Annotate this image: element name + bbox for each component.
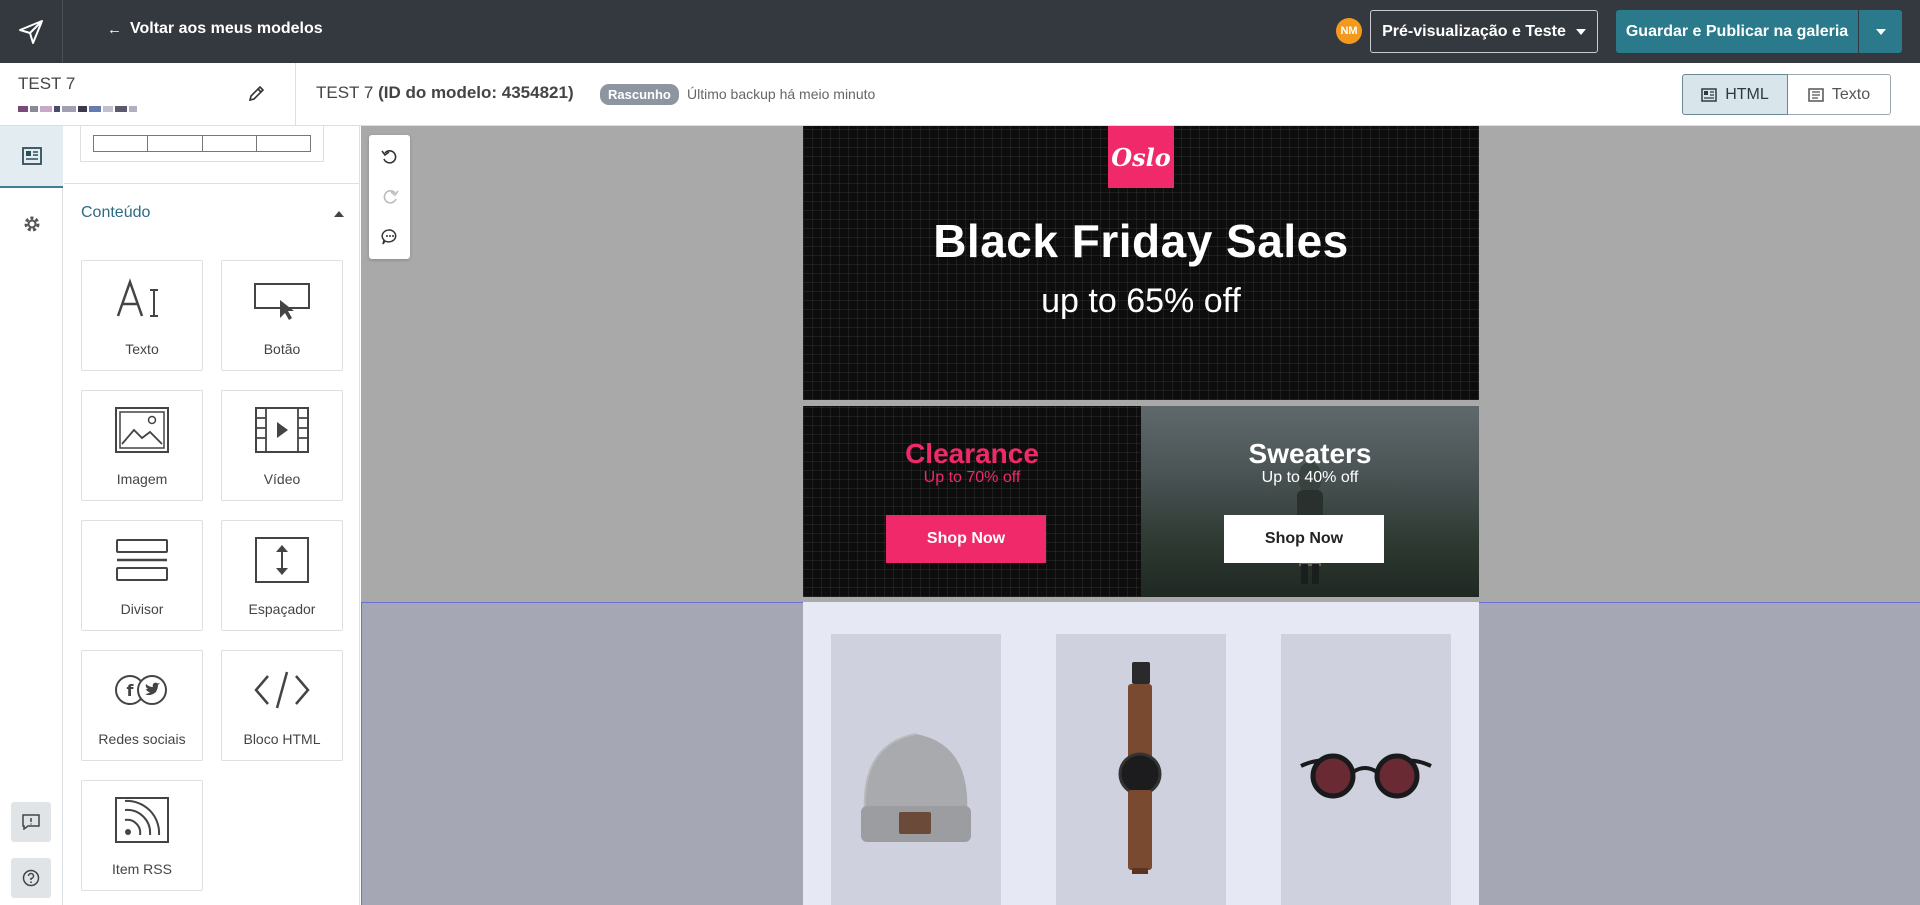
sunglasses-image bbox=[1300, 753, 1432, 799]
left-icon-rail bbox=[0, 126, 63, 905]
template-id: (ID do modelo: 4354821) bbox=[378, 83, 574, 102]
block-label: Imagem bbox=[116, 471, 168, 487]
chevron-up-icon[interactable] bbox=[334, 211, 344, 217]
video-icon bbox=[222, 404, 342, 456]
feedback-icon bbox=[22, 814, 40, 830]
rss-block-tile[interactable]: Item RSS bbox=[81, 780, 203, 891]
hero-subtitle[interactable]: up to 65% off bbox=[803, 282, 1479, 321]
back-to-templates-link[interactable]: ← Voltar aos meus modelos bbox=[107, 20, 323, 38]
product-card-beanie[interactable] bbox=[831, 634, 1001, 905]
status-badge: Rascunho bbox=[600, 84, 679, 105]
save-and-publish-button[interactable]: Guardar e Publicar na galeria bbox=[1616, 10, 1858, 53]
template-title-name: TEST 7 bbox=[316, 83, 374, 102]
block-label: Bloco HTML bbox=[243, 731, 321, 747]
content-blocks-icon bbox=[21, 147, 42, 165]
spacer-icon bbox=[222, 534, 342, 586]
arrow-left-icon: ← bbox=[107, 20, 122, 38]
block-label: Vídeo bbox=[263, 471, 301, 487]
button-block-tile[interactable]: Botão bbox=[221, 260, 343, 371]
help-icon bbox=[22, 869, 40, 887]
product-card-sunglasses[interactable] bbox=[1281, 634, 1451, 905]
promo-title: Clearance bbox=[905, 438, 1039, 469]
html-toggle-label: HTML bbox=[1725, 85, 1769, 103]
top-bar: ← Voltar aos meus modelos NM Pré-visuali… bbox=[0, 0, 1920, 63]
button-icon bbox=[222, 274, 342, 326]
text-block-tile[interactable]: Texto bbox=[81, 260, 203, 371]
text-view-toggle[interactable]: Texto bbox=[1788, 74, 1891, 115]
text-toggle-label: Texto bbox=[1831, 85, 1871, 103]
hero-section[interactable]: Oslo Black Friday Sales up to 65% off bbox=[803, 126, 1479, 400]
pencil-edit-icon[interactable] bbox=[248, 84, 266, 107]
back-link-label: Voltar aos meus modelos bbox=[130, 20, 323, 37]
beanie-image bbox=[861, 733, 971, 842]
comment-icon[interactable] bbox=[369, 217, 410, 257]
video-block-tile[interactable]: Vídeo bbox=[221, 390, 343, 501]
shop-now-button[interactable]: Shop Now bbox=[1224, 515, 1384, 563]
template-title: TEST 7 (ID do modelo: 4354821) bbox=[316, 83, 574, 103]
divider-block-tile[interactable]: Divisor bbox=[81, 520, 203, 631]
template-info-bar: TEST 7 TEST 7 (ID do modelo: 4354821) Ra… bbox=[0, 63, 1920, 126]
preview-and-test-button[interactable]: Pré-visualização e Teste bbox=[1370, 10, 1598, 53]
preview-button-label: Pré-visualização e Teste bbox=[1382, 22, 1566, 40]
feedback-button[interactable] bbox=[11, 802, 51, 842]
brand-logo[interactable]: Oslo bbox=[1108, 126, 1174, 188]
template-color-swatches bbox=[18, 106, 137, 112]
avatar[interactable]: NM bbox=[1336, 18, 1362, 44]
rss-icon bbox=[82, 794, 202, 846]
content-blocks-panel: Conteúdo Texto Botão Imagem Vídeo Diviso… bbox=[64, 126, 360, 905]
watch-image bbox=[1118, 662, 1162, 874]
chevron-down-icon bbox=[1875, 28, 1886, 35]
block-label: Botão bbox=[263, 341, 301, 357]
html-layout-icon bbox=[1701, 87, 1717, 102]
content-tab[interactable] bbox=[0, 126, 63, 188]
divider-icon bbox=[82, 534, 202, 586]
backup-status: Último backup há meio minuto bbox=[687, 86, 876, 102]
image-icon bbox=[82, 404, 202, 456]
promo-sweaters[interactable]: Sweaters Up to 40% off Shop Now bbox=[1141, 406, 1479, 597]
product-card-watch[interactable] bbox=[1056, 634, 1226, 905]
promo-subtitle: Up to 70% off bbox=[923, 469, 1021, 486]
redo-icon[interactable] bbox=[369, 177, 410, 217]
block-label: Redes sociais bbox=[98, 731, 186, 747]
products-row[interactable] bbox=[803, 602, 1479, 905]
block-label: Espaçador bbox=[248, 601, 316, 617]
block-label: Texto bbox=[125, 341, 159, 357]
email-editor-canvas[interactable]: Oslo Black Friday Sales up to 65% off Cl… bbox=[361, 126, 1920, 905]
social-icon: f bbox=[82, 664, 202, 716]
promo-subtitle: Up to 40% off bbox=[1261, 469, 1359, 486]
promo-title: Sweaters bbox=[1248, 438, 1372, 469]
html-block-tile[interactable]: Bloco HTML bbox=[221, 650, 343, 761]
block-label: Item RSS bbox=[112, 861, 172, 877]
hero-title[interactable]: Black Friday Sales bbox=[803, 214, 1479, 268]
chevron-down-icon bbox=[1575, 28, 1586, 35]
html-view-toggle[interactable]: HTML bbox=[1682, 74, 1788, 115]
image-block-tile[interactable]: Imagem bbox=[81, 390, 203, 501]
layout-block-preview[interactable] bbox=[80, 126, 324, 162]
social-block-tile[interactable]: f Redes sociais bbox=[81, 650, 203, 761]
block-label: Divisor bbox=[120, 601, 164, 617]
spacer-block-tile[interactable]: Espaçador bbox=[221, 520, 343, 631]
undo-icon[interactable] bbox=[369, 137, 410, 177]
promo-clearance[interactable]: Clearance Up to 70% off Shop Now bbox=[803, 406, 1141, 597]
settings-tab[interactable] bbox=[0, 204, 63, 244]
help-button[interactable] bbox=[11, 858, 51, 898]
svg-text:f: f bbox=[127, 681, 135, 700]
code-icon bbox=[222, 664, 342, 716]
template-name: TEST 7 bbox=[18, 74, 76, 93]
publish-button-label: Guardar e Publicar na galeria bbox=[1625, 22, 1849, 40]
editor-toolbar bbox=[369, 135, 410, 259]
gear-icon bbox=[24, 216, 39, 232]
text-icon bbox=[82, 274, 202, 326]
shop-now-button[interactable]: Shop Now bbox=[886, 515, 1046, 563]
content-section-title[interactable]: Conteúdo bbox=[81, 204, 150, 222]
paper-plane-logo-icon[interactable] bbox=[0, 0, 63, 63]
text-document-icon bbox=[1808, 87, 1824, 102]
publish-options-dropdown[interactable] bbox=[1859, 10, 1902, 53]
